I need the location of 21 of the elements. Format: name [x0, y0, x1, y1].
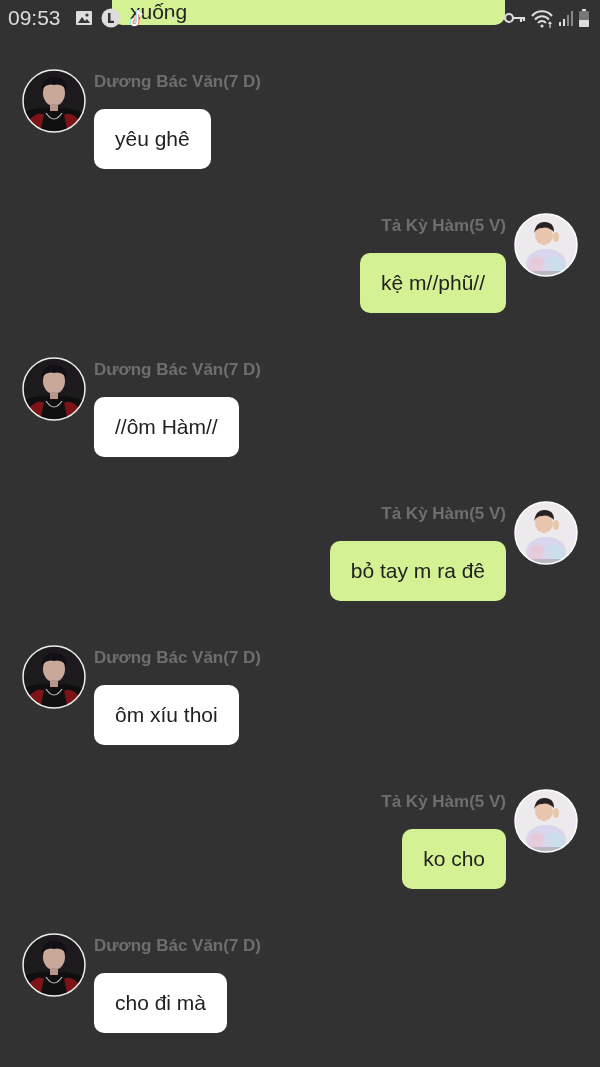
- message-bubble: kệ m//phũ//: [360, 253, 506, 313]
- sender-name: Tả Kỳ Hàm(5 V): [381, 215, 506, 237]
- sender-name: Tả Kỳ Hàm(5 V): [381, 791, 506, 813]
- message-bubble: cho đi mà: [94, 973, 228, 1033]
- circle-icon: [100, 8, 121, 28]
- wifi-icon: [530, 8, 554, 28]
- sender-name: Dương Bác Văn(7 D): [94, 647, 262, 669]
- image-icon: [74, 10, 93, 26]
- sender-name: Tả Kỳ Hàm(5 V): [381, 503, 506, 525]
- sender-name: Dương Bác Văn(7 D): [94, 359, 262, 381]
- sender-name: Dương Bác Văn(7 D): [94, 935, 262, 957]
- message-bubble: ko cho: [402, 829, 506, 889]
- message-bubble: ôm xíu thoi: [94, 685, 239, 745]
- message-bubble: bỏ tay m ra đê: [329, 541, 506, 601]
- key-icon: [504, 12, 526, 24]
- battery-icon: [578, 8, 590, 28]
- message-bubble: //ôm Hàm//: [94, 397, 239, 457]
- clock-time: 09:53: [8, 6, 61, 30]
- sender-name: Dương Bác Văn(7 D): [94, 71, 262, 93]
- signal-icon: [558, 9, 574, 27]
- message-bubble: yêu ghê: [94, 109, 211, 169]
